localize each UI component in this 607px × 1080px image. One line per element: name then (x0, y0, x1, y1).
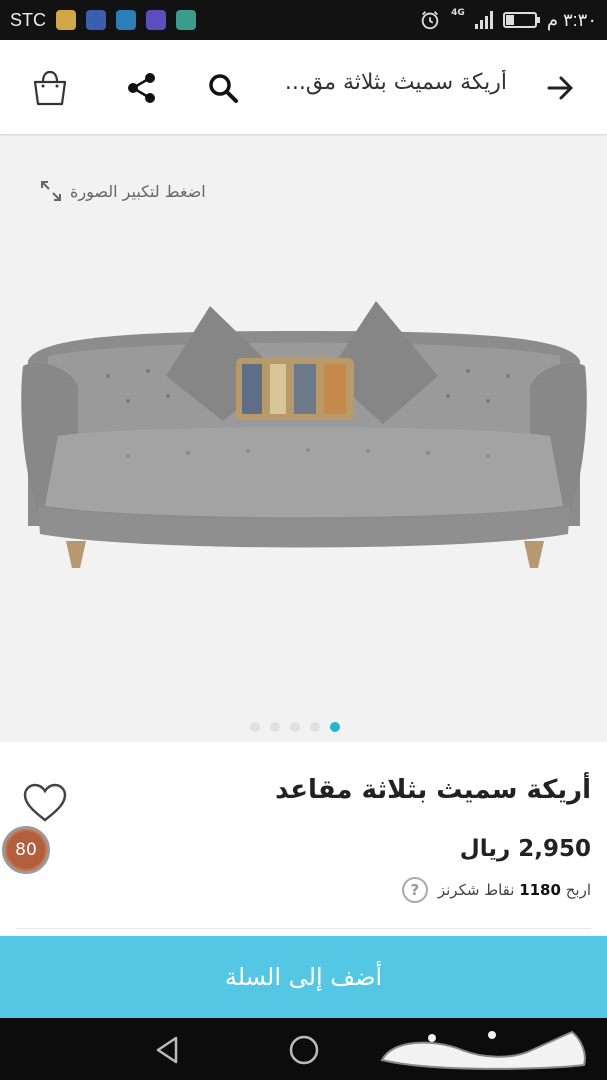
share-icon[interactable] (124, 70, 160, 106)
zoom-hint-label: اضغط لتكبير الصورة (70, 181, 206, 201)
sofa-product-image (21, 301, 587, 568)
gallery-dot[interactable] (270, 722, 280, 732)
sim-card-icon (116, 10, 136, 30)
divider (16, 928, 591, 929)
points-suffix: نقاط شكرنز (437, 881, 515, 899)
product-price: 2,950 ريال (459, 836, 591, 862)
chart-app-icon (146, 10, 166, 30)
help-icon[interactable]: ? (401, 877, 428, 903)
add-to-cart-button[interactable]: أضف إلى السلة (0, 936, 607, 1018)
score-value: 80 (7, 831, 45, 869)
location-app-icon (86, 10, 106, 30)
gallery-dot[interactable] (310, 722, 320, 732)
status-bar: STC 4G ٣:٣٠ م (0, 0, 607, 40)
sim-card-icon (56, 10, 76, 30)
system-nav-bar (0, 1018, 607, 1080)
app-title: أريكة سميث بثلاثة مق... (284, 70, 507, 95)
shopping-bag-icon[interactable] (30, 68, 70, 108)
network-label: 4G (451, 8, 465, 18)
status-left: STC (10, 0, 196, 40)
points-value: 1180 (519, 881, 561, 899)
clock: ٣:٣٠ م (546, 9, 597, 30)
gallery-dot[interactable] (290, 722, 300, 732)
gallery-pagination[interactable] (250, 722, 340, 732)
gallery-icon (176, 10, 196, 30)
battery-icon (502, 12, 540, 28)
product-image-gallery[interactable]: اضغط لتكبير الصورة (0, 136, 607, 742)
heart-icon[interactable] (22, 782, 68, 824)
nav-home-icon[interactable] (286, 1032, 322, 1068)
app-bar: أريكة سميث بثلاثة مق... (0, 40, 607, 135)
haraj-watermark-logo (380, 1030, 586, 1070)
zoom-hint[interactable]: اضغط لتكبير الصورة (40, 180, 206, 202)
product-title: أريكة سميث بثلاثة مقاعد (275, 775, 591, 805)
status-right: 4G ٣:٣٠ م (419, 0, 597, 40)
reward-points-label: اربح 1180 نقاط شكرنز (438, 881, 591, 899)
nav-back-icon[interactable] (150, 1032, 186, 1068)
carrier-label: STC (10, 9, 46, 30)
battery-level (505, 15, 515, 25)
alarm-icon (421, 11, 439, 30)
reward-points: اربح 1180 نقاط شكرنز ? (401, 877, 591, 903)
points-prefix: اربح (565, 881, 591, 899)
expand-icon (41, 181, 61, 201)
back-arrow-icon[interactable] (543, 70, 579, 106)
gallery-dot[interactable] (250, 722, 260, 732)
gallery-dot[interactable] (330, 722, 340, 732)
signal-icon (474, 11, 493, 29)
score-badge: 80 (2, 826, 50, 874)
search-icon[interactable] (205, 70, 241, 106)
